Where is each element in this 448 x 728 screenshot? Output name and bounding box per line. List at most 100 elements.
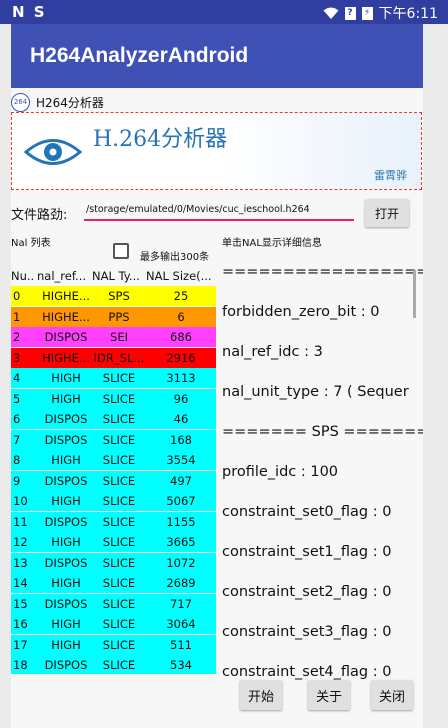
table-cell: SLICE [102, 371, 136, 385]
banner-credit: 雷霄骅 [374, 169, 407, 182]
table-cell: 3113 [166, 371, 196, 385]
table-cell: DISPOS [44, 596, 88, 611]
table-cell: 12 [13, 535, 28, 549]
table-row[interactable]: 15 DISPOS SLICE 717 [11, 593, 216, 614]
table-row[interactable]: 17 HIGH SLICE 511 [11, 634, 216, 655]
table-row[interactable]: 6 DISPOS SLICE 46 [11, 409, 216, 429]
table-cell: HIGH [51, 576, 81, 590]
table-row[interactable]: 0 HIGHE... SPS 25 [11, 286, 216, 306]
table-cell: DISPOS [44, 555, 88, 570]
table-cell: SLICE [102, 494, 136, 508]
table-cell: 2916 [166, 350, 196, 365]
max-output-checkbox[interactable] [113, 243, 129, 259]
table-row[interactable]: 10 HIGH SLICE 5067 [11, 491, 216, 511]
eye-icon [24, 139, 82, 165]
table-cell: PPS [108, 309, 130, 324]
table-row[interactable]: 13 DISPOS SLICE 1072 [11, 552, 216, 573]
main-content: 264 H264分析器 H.264分析器 雷霄骅 文件路劲: 打开 Nal 列表… [11, 88, 423, 728]
column-header[interactable]: nal_ref... [37, 266, 93, 286]
table-cell: SLICE [102, 637, 136, 652]
detail-line: forbidden_zero_bit : 0 [222, 304, 380, 320]
open-button[interactable]: 打开 [365, 199, 409, 227]
table-row[interactable]: 5 HIGH SLICE 96 [11, 388, 216, 409]
table-cell: 2689 [166, 576, 196, 590]
nal-detail-panel[interactable]: ==================== N forbidden_zero_bi… [222, 264, 423, 684]
table-row[interactable]: 9 DISPOS SLICE 497 [11, 470, 216, 491]
battery-icon: ⚡ [361, 6, 373, 20]
table-cell: 13 [13, 555, 28, 570]
detail-line: constraint_set3_flag : 0 [222, 624, 392, 640]
table-cell: SLICE [102, 576, 136, 590]
detail-hint-label: 单击NAL显示详细信息 [222, 238, 322, 249]
file-path-input[interactable] [84, 199, 354, 221]
signal-icon: ? [344, 6, 356, 20]
table-cell: 25 [173, 289, 189, 303]
detail-scrollbar[interactable] [413, 270, 416, 318]
table-cell: 2 [13, 330, 21, 344]
table-row[interactable]: 12 HIGH SLICE 3665 [11, 532, 216, 552]
detail-line: ======= SPS ======= [222, 424, 423, 440]
table-cell: 1155 [166, 514, 196, 529]
table-cell: HIGH [51, 617, 81, 631]
table-cell: 717 [170, 596, 192, 611]
table-cell: IDR_SL... [93, 350, 145, 365]
table-cell: SEI [110, 330, 128, 344]
table-cell: 10 [13, 494, 28, 508]
table-cell: DISPOS [44, 412, 88, 426]
status-time: 下午6:11 [378, 6, 438, 22]
table-cell: 7 [13, 432, 21, 447]
table-row[interactable]: 2 DISPOS SEI 686 [11, 327, 216, 347]
start-button[interactable]: 开始 [240, 680, 282, 710]
table-cell: HIGH [51, 453, 81, 467]
table-row[interactable]: 8 HIGH SLICE 3554 [11, 450, 216, 470]
table-cell: HIGH [51, 371, 81, 385]
nal-list-header: Nu... nal_ref... NAL Ty... NAL Size(... [11, 266, 216, 286]
status-icons: ? ⚡ 下午6:11 [323, 3, 438, 23]
table-row[interactable]: 3 HIGHE... IDR_SL... 2916 [11, 347, 216, 368]
table-cell: 511 [170, 637, 192, 652]
table-cell: 14 [13, 576, 28, 590]
table-cell: SLICE [102, 453, 136, 467]
table-cell: DISPOS [44, 658, 88, 672]
column-header[interactable]: NAL Size(... [146, 266, 214, 286]
table-row[interactable]: 11 DISPOS SLICE 1155 [11, 511, 216, 532]
table-cell: SLICE [102, 617, 136, 631]
table-cell: 17 [13, 637, 28, 652]
table-cell: 0 [13, 289, 21, 303]
wifi-icon [323, 7, 339, 19]
table-cell: 686 [170, 330, 192, 344]
column-header[interactable]: Nu... [11, 266, 33, 286]
table-row[interactable]: 14 HIGH SLICE 2689 [11, 573, 216, 593]
about-button[interactable]: 关于 [308, 680, 350, 710]
nal-list[interactable]: Nu... nal_ref... NAL Ty... NAL Size(... … [11, 266, 216, 674]
table-row[interactable]: 16 HIGH SLICE 3064 [11, 614, 216, 634]
table-cell: DISPOS [44, 432, 88, 447]
table-cell: SLICE [102, 658, 136, 672]
detail-line: nal_unit_type : 7 ( Sequer [222, 384, 409, 400]
table-row[interactable]: 7 DISPOS SLICE 168 [11, 429, 216, 450]
table-cell: SLICE [102, 535, 136, 549]
table-cell: SLICE [102, 596, 136, 611]
app-header: 264 H264分析器 [11, 92, 104, 112]
notification-icons: N S [12, 3, 47, 21]
table-cell: HIGH [51, 637, 81, 652]
table-cell: 96 [173, 391, 189, 406]
table-row[interactable]: 4 HIGH SLICE 3113 [11, 368, 216, 388]
table-cell: HIGHE... [42, 309, 90, 324]
table-cell: HIGHE... [42, 350, 90, 365]
table-cell: 5 [13, 391, 21, 406]
detail-line: constraint_set1_flag : 0 [222, 544, 392, 560]
close-button[interactable]: 关闭 [371, 680, 413, 710]
table-row[interactable]: 1 HIGHE... PPS 6 [11, 306, 216, 327]
table-cell: 3 [13, 350, 21, 365]
detail-line: nal_ref_idc : 3 [222, 344, 323, 360]
table-cell: DISPOS [44, 514, 88, 529]
detail-line: profile_idc : 100 [222, 464, 339, 480]
max-output-label: 最多输出300条 [140, 252, 210, 263]
table-cell: 3665 [166, 535, 196, 549]
table-cell: HIGH [51, 494, 81, 508]
table-cell: 168 [170, 432, 192, 447]
table-cell: SLICE [102, 473, 136, 488]
column-header[interactable]: NAL Ty... [92, 266, 144, 286]
table-row[interactable]: 18 DISPOS SLICE 534 [11, 655, 216, 674]
